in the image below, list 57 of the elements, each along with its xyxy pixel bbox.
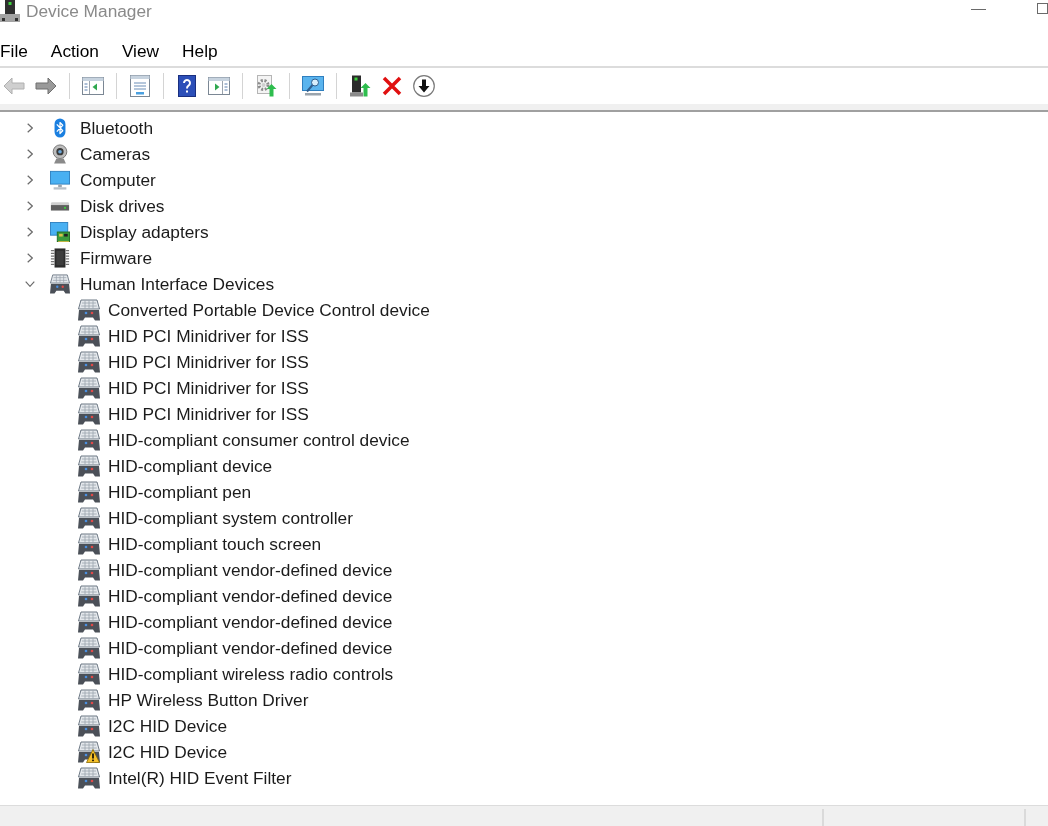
right-arrow-icon xyxy=(35,75,57,97)
menu-item[interactable]: Action xyxy=(50,40,99,62)
tree-item[interactable]: HID PCI Minidriver for ISS xyxy=(78,377,309,399)
tree-item[interactable]: I2C HID Device xyxy=(78,741,228,763)
tree-item[interactable]: HID-compliant consumer control device xyxy=(78,429,410,451)
tree-item[interactable]: HID-compliant device xyxy=(78,455,273,477)
tree-item[interactable]: Firmware xyxy=(50,247,152,269)
chip-icon xyxy=(50,248,70,268)
tree-item[interactable]: Computer xyxy=(50,169,156,191)
monitor-card-icon xyxy=(50,222,70,242)
chevron-right-icon[interactable] xyxy=(27,253,33,263)
tree-item[interactable]: HID-compliant system controller xyxy=(78,507,353,529)
keyboard-gamepad-icon xyxy=(50,274,70,294)
menu-item[interactable]: Help xyxy=(182,40,218,62)
cross-icon xyxy=(381,75,403,97)
menu-item[interactable]: File xyxy=(0,40,28,62)
chevron-right-icon[interactable] xyxy=(27,149,33,159)
tree-item[interactable]: HID-compliant pen xyxy=(78,481,252,503)
chevron-right-icon[interactable] xyxy=(27,201,33,211)
tree-item[interactable]: HID-compliant vendor-defined device xyxy=(78,585,393,607)
tree-item[interactable]: HID PCI Minidriver for ISS xyxy=(78,351,309,373)
tree-item[interactable]: HID-compliant vendor-defined device xyxy=(78,559,393,581)
webcam-icon xyxy=(50,144,70,164)
monitor-magnifier-icon xyxy=(302,75,324,97)
tree-item[interactable]: HP Wireless Button Driver xyxy=(78,689,309,711)
tree-item[interactable]: Intel(R) HID Event Filter xyxy=(78,767,292,789)
tree-item[interactable]: Bluetooth xyxy=(50,117,154,139)
tower-up-arrow-icon xyxy=(349,75,371,97)
chevron-right-icon[interactable] xyxy=(27,123,33,133)
tree-item[interactable]: I2C HID Device xyxy=(78,715,228,737)
tree-item[interactable]: HID-compliant touch screen xyxy=(78,533,322,555)
tree-item[interactable]: HID PCI Minidriver for ISS xyxy=(78,325,309,347)
gear-up-arrow-icon xyxy=(255,75,277,97)
question-mark-icon xyxy=(176,75,198,97)
chevron-down-icon[interactable] xyxy=(25,281,35,287)
tree-item[interactable]: Cameras xyxy=(50,143,151,165)
maximize-icon[interactable] xyxy=(1037,3,1048,14)
monitor-icon xyxy=(50,170,70,190)
chevron-right-icon[interactable] xyxy=(27,175,33,185)
window-title: Device Manager xyxy=(26,0,152,23)
tree-item[interactable]: Disk drives xyxy=(50,195,165,217)
document-window-icon xyxy=(129,75,151,97)
tree-item[interactable]: HID-compliant vendor-defined device xyxy=(78,611,393,633)
tree-item[interactable]: HID-compliant vendor-defined device xyxy=(78,637,393,659)
disable-device-button[interactable] xyxy=(410,72,438,100)
chevron-right-icon[interactable] xyxy=(27,227,33,237)
down-arrow-circle-icon xyxy=(413,75,435,97)
tree-item[interactable]: HID-compliant wireless radio controls xyxy=(78,663,394,685)
computer-tower-icon xyxy=(0,0,20,22)
tree-item[interactable]: Display adapters xyxy=(50,221,209,243)
tree-item[interactable]: Human Interface Devices xyxy=(50,273,275,295)
tree-item[interactable]: Converted Portable Device Control device xyxy=(78,299,430,321)
left-arrow-icon xyxy=(3,75,25,97)
tree-item[interactable]: HID PCI Minidriver for ISS xyxy=(78,403,309,425)
menu-item[interactable]: View xyxy=(121,40,160,62)
window-panel-icon xyxy=(82,75,104,97)
window-panel-icon xyxy=(208,75,230,97)
